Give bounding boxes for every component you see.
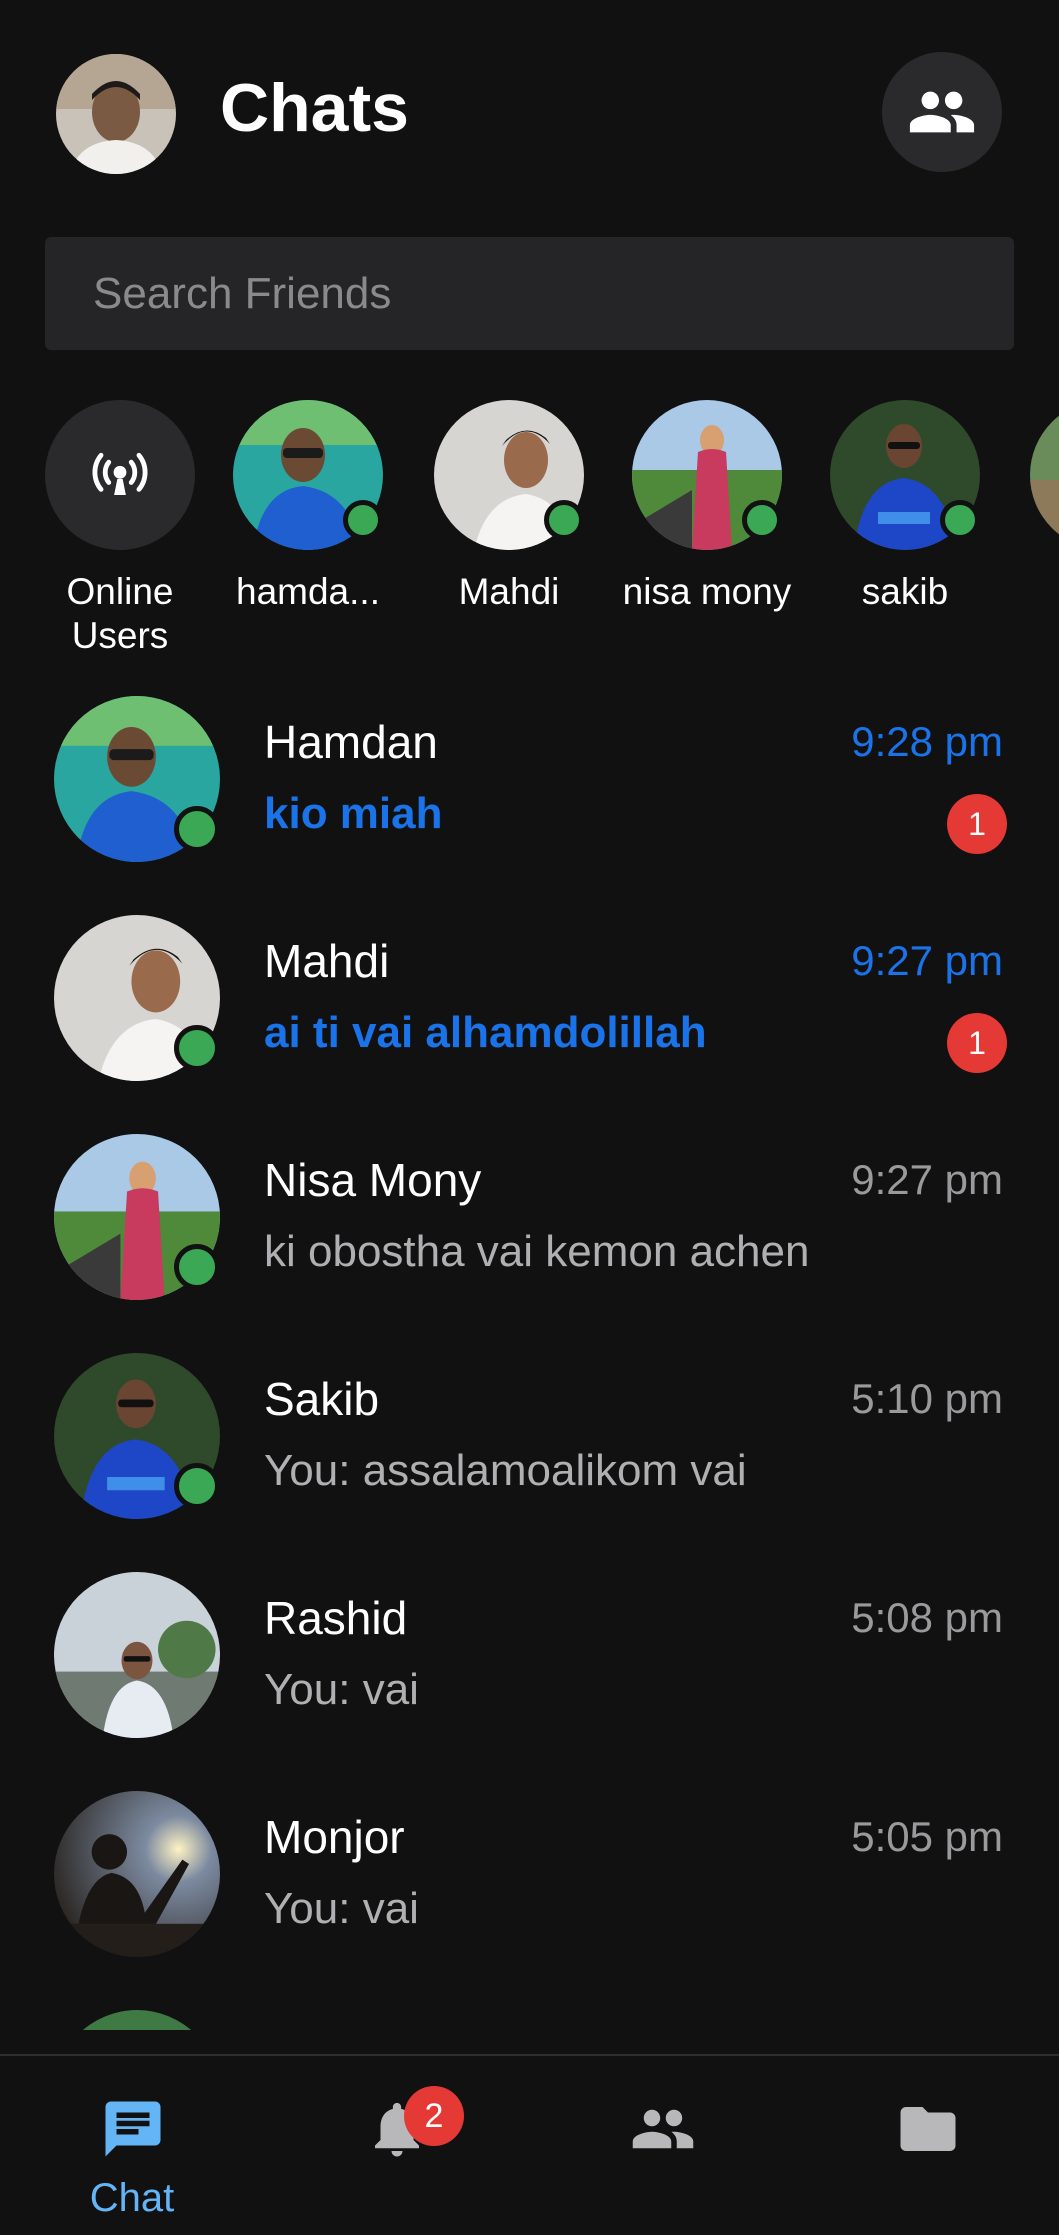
chat-name: Hamdan <box>264 716 438 768</box>
online-users-strip[interactable]: Online Users hamda... Mahdi nisa mony sa… <box>0 400 1059 670</box>
online-user-nisa-mony[interactable]: nisa mony <box>622 400 792 614</box>
chat-time: 9:27 pm <box>851 1156 1003 1203</box>
people-icon <box>632 2109 694 2149</box>
chat-row-monjor[interactable]: Monjor 5:05 pm You: vai <box>0 1779 1059 1998</box>
friends-button[interactable] <box>882 52 1002 172</box>
avatar <box>54 1791 220 1957</box>
unread-badge: 1 <box>947 1013 1007 1073</box>
avatar-photo-icon <box>1030 400 1059 550</box>
online-users-button[interactable]: Online Users <box>35 400 205 658</box>
online-status-dot <box>174 1244 220 1290</box>
chat-last-message: You: vai <box>264 1665 419 1714</box>
folder-icon <box>900 2107 956 2151</box>
chat-last-message: ki obostha vai kemon achen <box>264 1227 810 1276</box>
broadcast-icon <box>92 452 148 495</box>
online-users-circle <box>45 400 195 550</box>
nav-chat[interactable]: Chat <box>0 2056 264 2235</box>
people-icon <box>909 91 975 133</box>
page-title: Chats <box>220 70 409 146</box>
search-box <box>45 237 1014 350</box>
chat-time: 5:05 pm <box>851 1813 1003 1860</box>
online-user-avatar <box>632 400 782 550</box>
avatar-photo-icon <box>54 1791 220 1957</box>
chat-time: 9:28 pm <box>851 718 1003 765</box>
avatar-photo-icon <box>54 2010 220 2030</box>
chat-last-message: You: assalamoalikom vai <box>264 1446 747 1495</box>
chat-last-message: ai ti vai alhamdolillah <box>264 1008 707 1057</box>
online-user-hamdan[interactable]: hamda... <box>223 400 393 614</box>
chat-row-hamdan[interactable]: Hamdan 9:28 pm kio miah 1 <box>0 684 1059 903</box>
chat-row-nisa-mony[interactable]: Nisa Mony 9:27 pm ki obostha vai kemon a… <box>0 1122 1059 1341</box>
online-user-mahdi[interactable]: Mahdi <box>424 400 594 614</box>
avatar <box>54 2010 220 2030</box>
nav-files[interactable] <box>795 2056 1059 2235</box>
online-user-avatar <box>1030 400 1059 550</box>
online-user-label: sakib <box>861 571 949 612</box>
online-user-avatar <box>233 400 383 550</box>
notifications-badge: 2 <box>404 2086 464 2146</box>
profile-avatar[interactable] <box>56 54 176 174</box>
online-status-dot <box>174 1463 220 1509</box>
online-users-label: Online Users <box>66 571 174 656</box>
avatar <box>54 696 220 862</box>
bottom-navigation: Chat 2 <box>0 2054 1059 2235</box>
online-status-dot <box>940 500 980 540</box>
chat-time: 9:27 pm <box>851 937 1003 984</box>
online-status-dot <box>174 1025 220 1071</box>
chats-screen: Chats Online Users <box>0 0 1059 2235</box>
chat-name: Rashid <box>264 1592 408 1644</box>
online-user-sakib[interactable]: sakib <box>820 400 990 614</box>
nav-friends[interactable] <box>530 2056 794 2235</box>
chat-icon <box>105 2101 161 2157</box>
chat-last-message: kio miah <box>264 789 443 838</box>
online-user-avatar <box>830 400 980 550</box>
chat-name: Mahdi <box>264 935 390 987</box>
avatar <box>54 915 220 1081</box>
online-status-dot <box>174 806 220 852</box>
online-user-partial[interactable] <box>1020 400 1059 550</box>
online-status-dot <box>343 500 383 540</box>
avatar-photo-icon <box>54 1572 220 1738</box>
search-input[interactable] <box>45 237 1014 350</box>
chat-name: Monjor <box>264 1811 405 1863</box>
chat-last-message: You: vai <box>264 1884 419 1933</box>
unread-badge: 1 <box>947 794 1007 854</box>
chat-row-mahdi[interactable]: Mahdi 9:27 pm ai ti vai alhamdolillah 1 <box>0 903 1059 1122</box>
chat-row-rashid[interactable]: Rashid 5:08 pm You: vai <box>0 1560 1059 1779</box>
header: Chats <box>0 0 1059 220</box>
chat-row-sakib[interactable]: Sakib 5:10 pm You: assalamoalikom vai <box>0 1341 1059 1560</box>
avatar <box>54 1353 220 1519</box>
chat-name: Sakib <box>264 1373 380 1425</box>
chat-row-partial[interactable] <box>0 1998 1059 2030</box>
chat-list: Hamdan 9:28 pm kio miah 1 Mahdi 9:27 pm <box>0 684 1059 2030</box>
nav-chat-label: Chat <box>89 2176 175 2220</box>
chat-name: Nisa Mony <box>264 1154 482 1206</box>
online-status-dot <box>742 500 782 540</box>
chat-time: 5:10 pm <box>851 1375 1003 1422</box>
nav-notifications[interactable]: 2 <box>264 2056 528 2235</box>
avatar <box>54 1134 220 1300</box>
online-user-label: nisa mony <box>622 571 792 612</box>
online-status-dot <box>544 500 584 540</box>
chat-time: 5:08 pm <box>851 1594 1003 1641</box>
online-user-label: Mahdi <box>458 571 560 612</box>
avatar-photo-icon <box>56 54 176 174</box>
avatar <box>54 1572 220 1738</box>
online-user-label: hamda... <box>236 571 380 612</box>
online-user-avatar <box>434 400 584 550</box>
